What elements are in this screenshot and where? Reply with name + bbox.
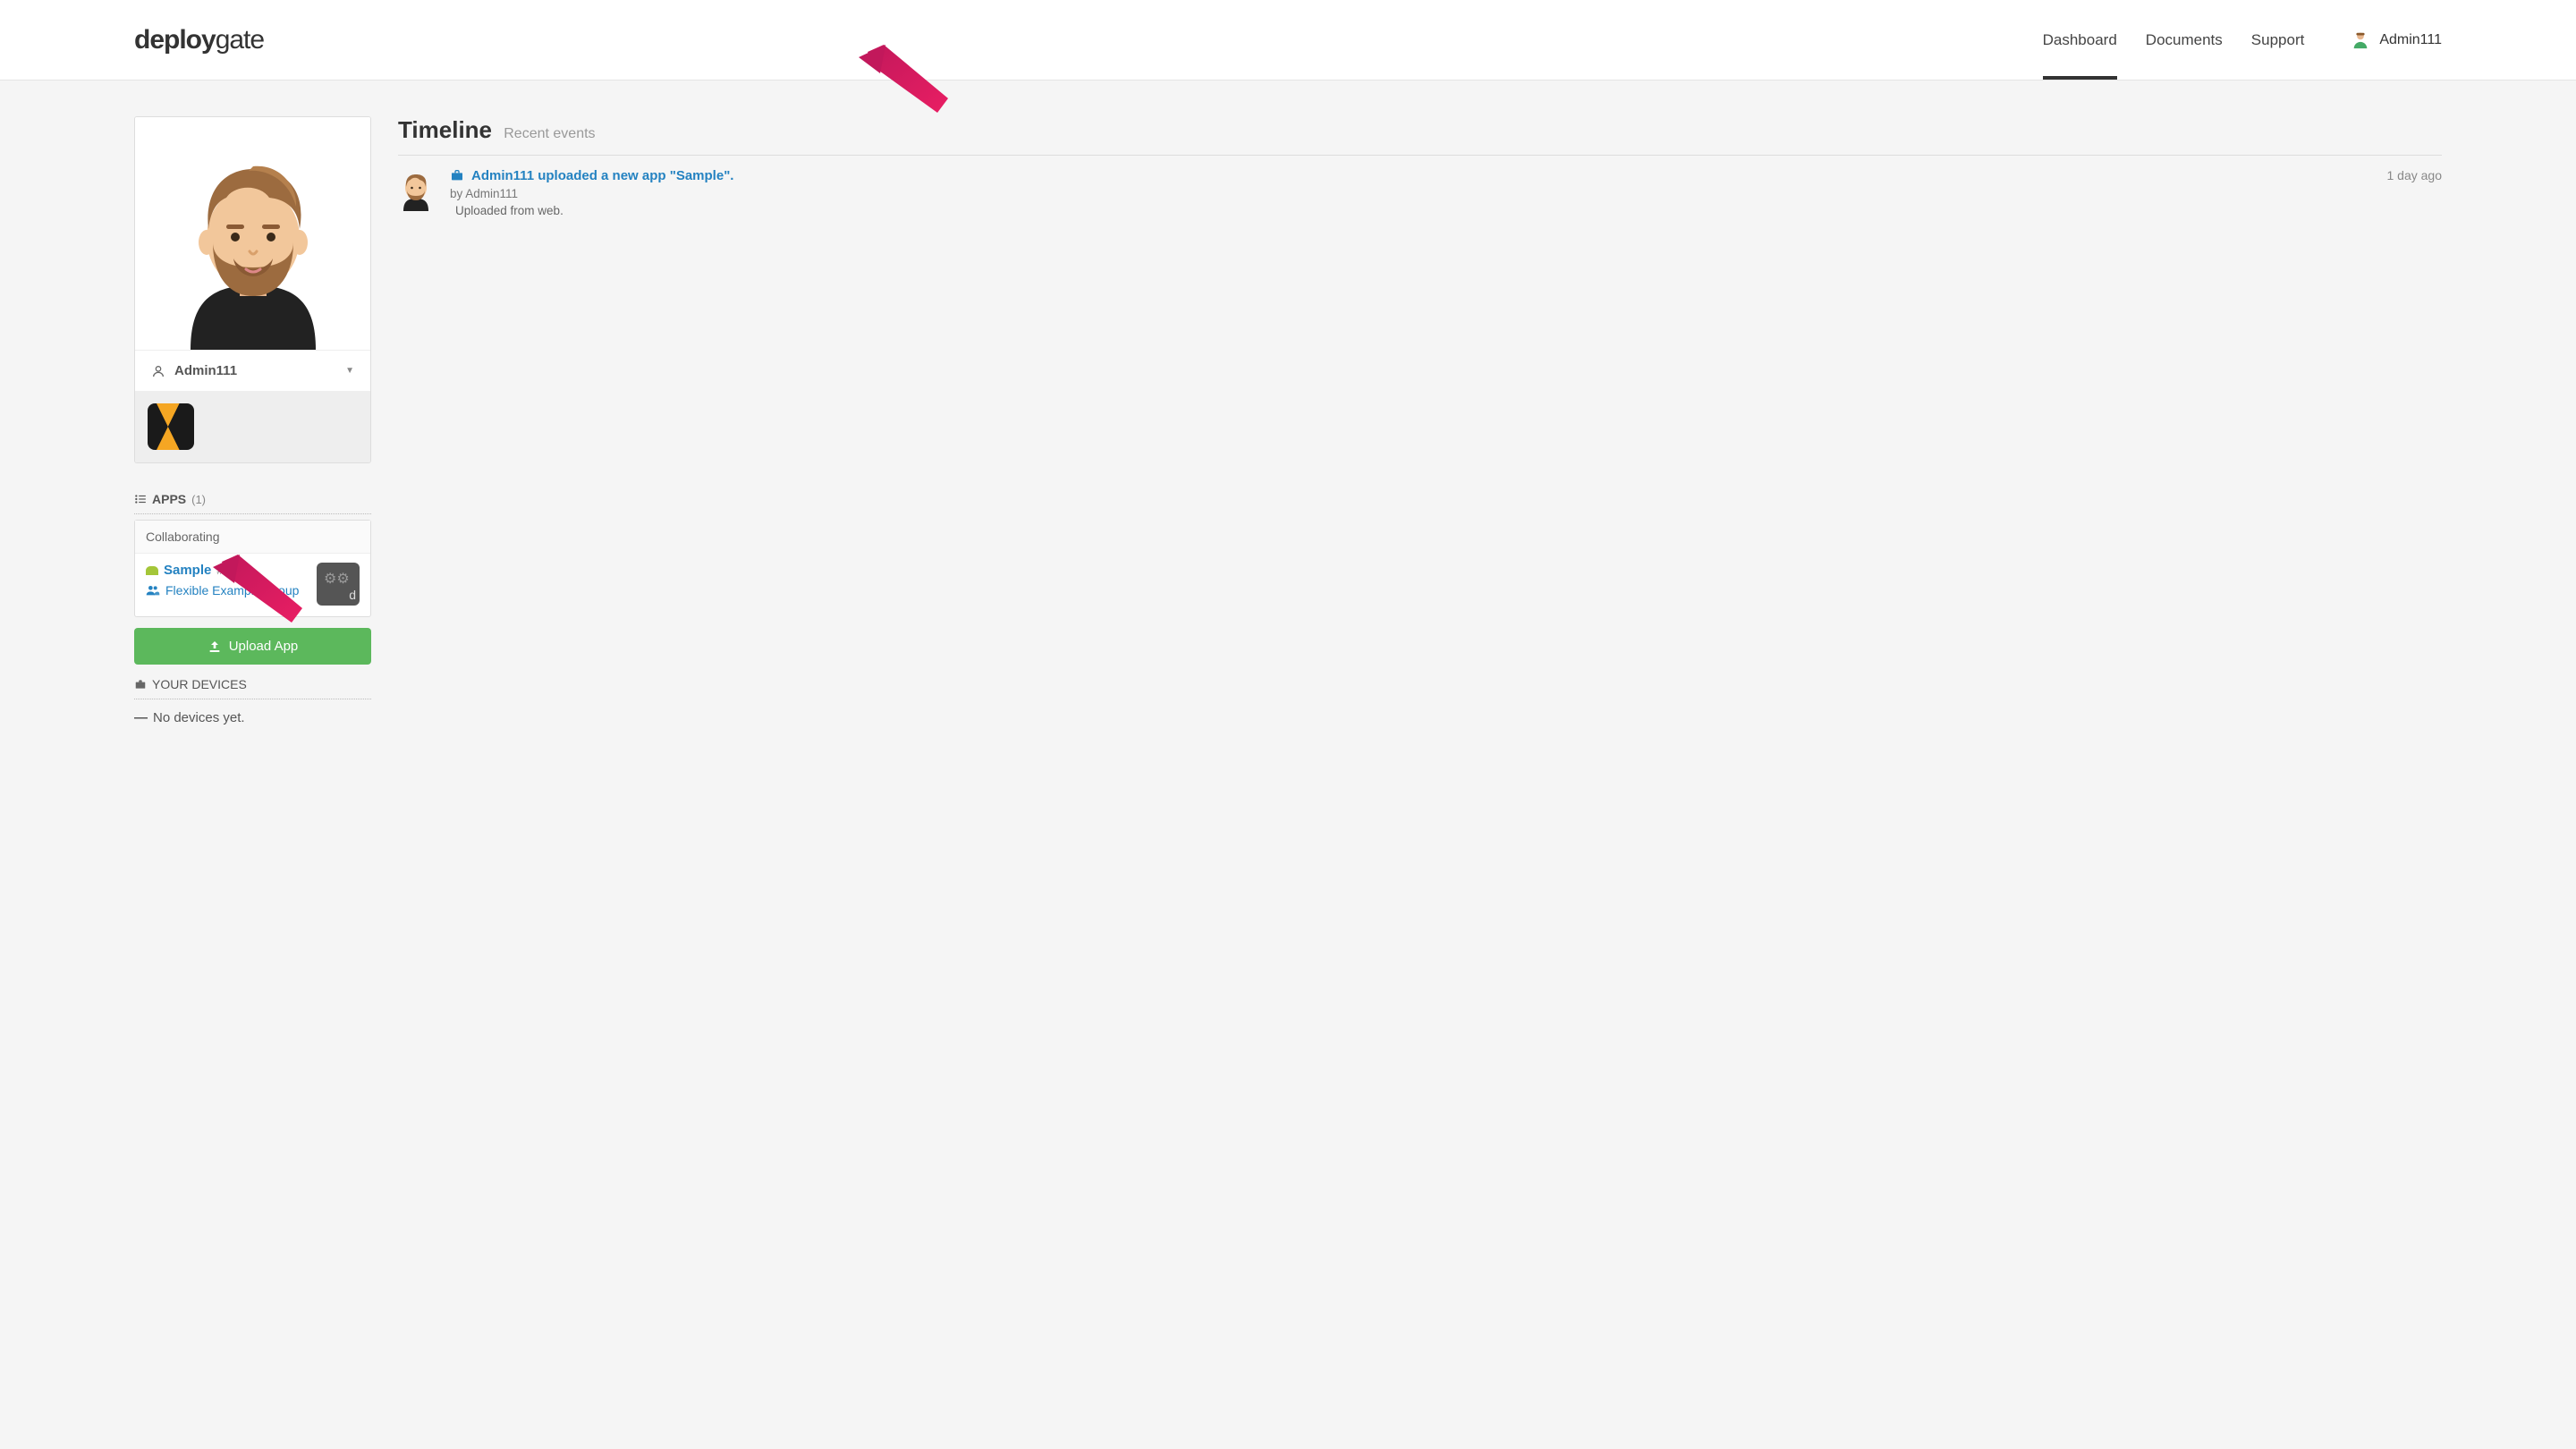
profile-app-icon-row bbox=[135, 391, 370, 462]
timeline-avatar bbox=[398, 168, 434, 216]
nav-dashboard-label: Dashboard bbox=[2043, 31, 2117, 49]
app-icon-sample[interactable] bbox=[148, 403, 194, 450]
apps-count: (1) bbox=[191, 493, 206, 506]
devices-empty-row: — No devices yet. bbox=[134, 710, 371, 725]
upload-icon bbox=[208, 640, 222, 654]
content: Admin111 ▼ APPS (1) Collaborating Sample bbox=[0, 80, 2576, 761]
upload-app-button[interactable]: Upload App bbox=[134, 628, 371, 665]
timeline-subtitle: Recent events bbox=[504, 126, 595, 141]
apps-section-header: APPS (1) bbox=[134, 492, 371, 514]
brand-part2: gate bbox=[216, 25, 264, 55]
timeline-item: Admin111 uploaded a new app "Sample". 1 … bbox=[398, 155, 2442, 230]
nav-dashboard[interactable]: Dashboard bbox=[2043, 0, 2117, 80]
gear-icon: ⚙⚙ bbox=[324, 570, 350, 588]
app-thumbnail[interactable]: ⚙⚙ d bbox=[317, 563, 360, 606]
app-thumb-badge: d bbox=[349, 588, 356, 602]
briefcase-icon bbox=[134, 678, 147, 691]
group-icon bbox=[146, 585, 160, 596]
briefcase-icon bbox=[450, 168, 464, 182]
devices-section-header: YOUR DEVICES bbox=[134, 677, 371, 699]
nav-support[interactable]: Support bbox=[2251, 0, 2305, 80]
app-row: Sample #1 Flexible Example Group ⚙⚙ d bbox=[135, 554, 370, 616]
main: Timeline Recent events Ad bbox=[398, 116, 2442, 230]
brand-logo[interactable]: deploygate bbox=[134, 25, 264, 55]
list-icon bbox=[134, 493, 147, 505]
brand-part1: deploy bbox=[134, 25, 216, 55]
app-revision: #1 bbox=[216, 564, 229, 577]
timeline-headline-link[interactable]: Admin111 uploaded a new app "Sample". bbox=[471, 168, 733, 183]
nav-documents-label: Documents bbox=[2146, 31, 2223, 49]
profile-name: Admin111 bbox=[174, 363, 237, 378]
profile-picture bbox=[135, 117, 370, 350]
apps-section-label: APPS bbox=[152, 492, 186, 506]
nav-documents[interactable]: Documents bbox=[2146, 0, 2223, 80]
devices-section-label: YOUR DEVICES bbox=[152, 677, 247, 691]
timeline-description: Uploaded from web. bbox=[455, 204, 2442, 217]
profile-name-dropdown[interactable]: Admin111 ▼ bbox=[135, 350, 370, 391]
timeline-title: Timeline Recent events bbox=[398, 116, 2442, 144]
app-name-link[interactable]: Sample bbox=[164, 563, 211, 578]
header: deploygate Dashboard Documents Support A… bbox=[0, 0, 2576, 80]
nav-user-name: Admin111 bbox=[2379, 32, 2442, 48]
devices-empty-text: No devices yet. bbox=[153, 710, 245, 725]
apps-panel: Collaborating Sample #1 Flexible Example… bbox=[134, 520, 371, 617]
android-icon bbox=[146, 566, 158, 575]
sidebar: Admin111 ▼ APPS (1) Collaborating Sample bbox=[134, 116, 371, 725]
top-nav: Dashboard Documents Support Admin111 bbox=[2043, 0, 2442, 80]
app-group-link[interactable]: Flexible Example Group bbox=[146, 583, 308, 597]
upload-button-label: Upload App bbox=[229, 639, 299, 654]
timeline-byline: by Admin111 bbox=[450, 187, 2442, 200]
profile-card: Admin111 ▼ bbox=[134, 116, 371, 463]
nav-user-menu[interactable]: Admin111 bbox=[2351, 30, 2442, 50]
nav-support-label: Support bbox=[2251, 31, 2305, 49]
minus-icon: — bbox=[134, 710, 148, 725]
person-icon bbox=[151, 364, 165, 378]
apps-group-heading: Collaborating bbox=[135, 521, 370, 554]
timeline-time: 1 day ago bbox=[2387, 168, 2443, 182]
user-avatar-icon bbox=[2351, 30, 2370, 50]
caret-down-icon: ▼ bbox=[345, 366, 354, 376]
app-group-label: Flexible Example Group bbox=[165, 583, 299, 597]
